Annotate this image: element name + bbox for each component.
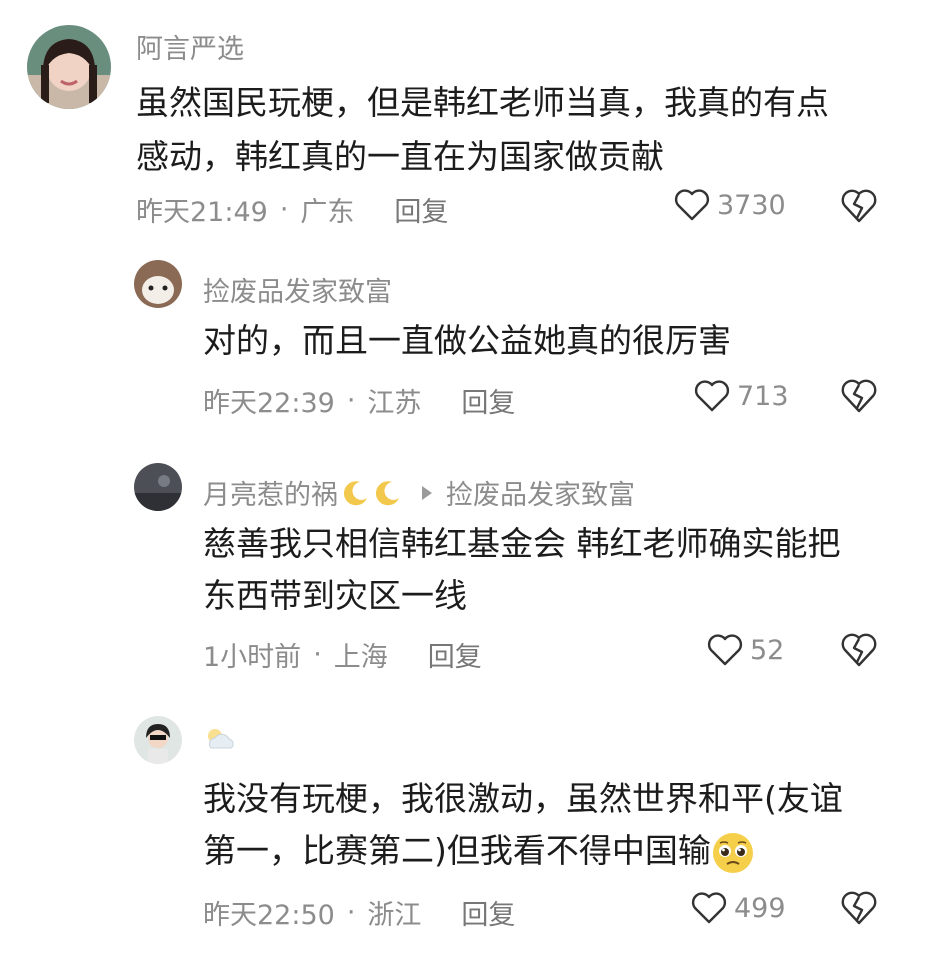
- like-count: 713: [737, 380, 789, 412]
- sun-behind-cloud-icon: [208, 729, 234, 749]
- separator-dot: ·: [313, 639, 322, 670]
- like-button[interactable]: 499: [690, 891, 786, 925]
- comment-text-line-1: 虽然国民玩梗，但是韩红老师当真，我真的有点: [136, 83, 829, 122]
- comment-text-line-2-text: 第一，比赛第二)但我看不得中国输: [203, 831, 711, 870]
- comment-meta: 昨天22:39 · 江苏 回复: [203, 381, 515, 420]
- comment-text-line-2: 东西带到灾区一线: [203, 576, 467, 615]
- separator-dot: ·: [346, 897, 356, 928]
- avatar[interactable]: [134, 463, 182, 511]
- timestamp: 1小时前: [203, 642, 302, 673]
- heart-outline-icon: [674, 189, 710, 221]
- heart-outline-icon: [694, 380, 730, 412]
- avatar[interactable]: [27, 25, 111, 109]
- comment-text-line-1: 对的，而且一直做公益她真的很厉害: [203, 321, 731, 360]
- crescent-moon-icon: [375, 480, 399, 505]
- comment-text-line-2: 第一，比赛第二)但我看不得中国输: [203, 824, 755, 878]
- broken-heart-icon[interactable]: [840, 188, 878, 224]
- timestamp: 昨天22:50: [203, 900, 335, 931]
- broken-heart-icon[interactable]: [840, 632, 878, 668]
- like-button[interactable]: 713: [693, 379, 789, 413]
- like-count: 52: [750, 634, 785, 666]
- comment-meta: 1小时前 · 上海 回复: [203, 635, 482, 674]
- like-count: 499: [734, 892, 786, 924]
- crescent-moon-icon: [343, 480, 367, 505]
- username[interactable]: [203, 726, 237, 752]
- reply-button[interactable]: 回复: [428, 635, 482, 674]
- comment-text-line-1: 慈善我只相信韩红基金会 韩红老师确实能把: [203, 524, 841, 563]
- avatar[interactable]: [134, 260, 182, 308]
- location: 浙江: [367, 900, 422, 931]
- timestamp: 昨天22:39: [203, 388, 335, 419]
- like-count: 3730: [717, 189, 786, 221]
- separator-dot: ·: [346, 385, 356, 416]
- location: 上海: [333, 642, 388, 673]
- comment-meta: 昨天21:49 · 广东 回复: [136, 190, 448, 229]
- comment-text-line-1: 我没有玩梗，我很激动，虽然世界和平(友谊: [203, 779, 843, 818]
- like-button[interactable]: 52: [706, 633, 784, 667]
- username-text: 月亮惹的祸: [203, 480, 338, 511]
- heart-outline-icon: [707, 634, 743, 666]
- timestamp: 昨天21:49: [136, 197, 268, 228]
- username[interactable]: 阿言严选: [136, 27, 244, 66]
- heart-outline-icon: [691, 892, 727, 924]
- broken-heart-icon[interactable]: [840, 890, 878, 926]
- avatar[interactable]: [134, 716, 182, 764]
- reply-button[interactable]: 回复: [394, 190, 448, 229]
- username[interactable]: 月亮惹的祸 捡废品发家致富: [203, 473, 635, 512]
- comment-text-line-2: 感动，韩红真的一直在为国家做贡献: [136, 137, 664, 176]
- like-button[interactable]: 3730: [673, 188, 786, 222]
- pleading-face-icon: [712, 832, 753, 873]
- reply-to-username[interactable]: 捡废品发家致富: [446, 473, 635, 512]
- play-triangle-icon: [422, 485, 432, 500]
- location: 江苏: [367, 388, 422, 419]
- broken-heart-icon[interactable]: [840, 378, 878, 414]
- separator-dot: ·: [279, 194, 289, 225]
- username[interactable]: 捡废品发家致富: [203, 270, 392, 309]
- reply-button[interactable]: 回复: [461, 893, 515, 932]
- reply-button[interactable]: 回复: [461, 381, 515, 420]
- location: 广东: [300, 197, 355, 228]
- comment-meta: 昨天22:50 · 浙江 回复: [203, 893, 515, 932]
